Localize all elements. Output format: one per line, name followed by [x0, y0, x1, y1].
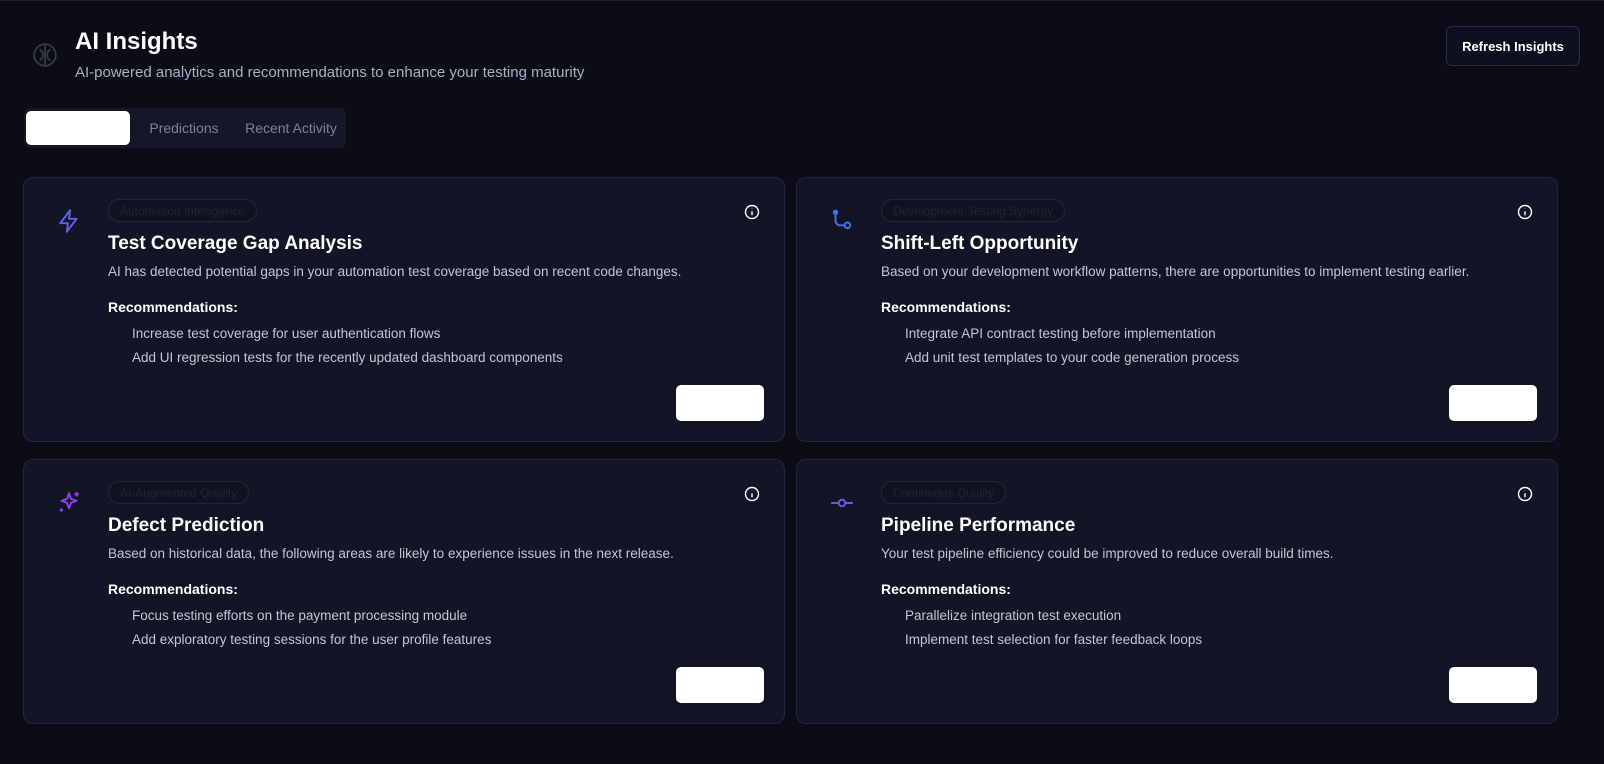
recommendations-heading: Recommendations: — [881, 581, 1011, 597]
insight-card-shift-left: Development-Testing Synergy Shift-Left O… — [796, 177, 1558, 442]
recommendations-list: Integrate API contract testing before im… — [905, 326, 1239, 374]
recommendation-item: Parallelize integration test execution — [905, 608, 1122, 623]
card-title: Test Coverage Gap Analysis — [108, 233, 363, 254]
category-badge: Automation Intelligence — [108, 199, 257, 222]
card-description: Based on historical data, the following … — [108, 546, 674, 561]
info-icon[interactable] — [1517, 486, 1533, 502]
info-icon[interactable] — [744, 486, 760, 502]
top-divider — [0, 0, 1604, 1]
refresh-insights-button[interactable]: Refresh Insights — [1446, 26, 1580, 66]
tab-insights[interactable] — [26, 111, 130, 145]
insight-card-coverage: Automation Intelligence Test Coverage Ga… — [23, 177, 785, 442]
tab-list: Predictions Recent Activity — [24, 108, 346, 148]
card-title: Pipeline Performance — [881, 515, 1076, 536]
card-action-button[interactable] — [1449, 385, 1537, 421]
recommendation-item: Integrate API contract testing before im… — [905, 326, 1216, 341]
info-icon[interactable] — [1517, 204, 1533, 220]
recommendations-list: Focus testing efforts on the payment pro… — [132, 608, 491, 656]
recommendations-heading: Recommendations: — [108, 581, 238, 597]
git-commit-icon — [831, 498, 853, 508]
insight-card-defect-prediction: AI-Augmented Quality Defect Prediction B… — [23, 459, 785, 724]
recommendations-list: Increase test coverage for user authenti… — [132, 326, 563, 374]
category-badge: AI-Augmented Quality — [108, 481, 250, 504]
tab-recent-activity[interactable]: Recent Activity — [236, 111, 346, 145]
card-description: AI has detected potential gaps in your a… — [108, 264, 682, 279]
card-title: Defect Prediction — [108, 515, 265, 536]
card-description: Your test pipeline efficiency could be i… — [881, 546, 1334, 561]
card-action-button[interactable] — [1449, 667, 1537, 703]
info-icon[interactable] — [744, 204, 760, 220]
recommendation-item: Increase test coverage for user authenti… — [132, 326, 441, 341]
card-description: Based on your development workflow patte… — [881, 264, 1470, 279]
lightning-icon — [59, 209, 78, 233]
card-action-button[interactable] — [676, 667, 764, 703]
recommendation-item: Add unit test templates to your code gen… — [905, 350, 1239, 365]
page-title: AI Insights — [75, 28, 198, 55]
category-badge: Continuous Quality — [881, 481, 1007, 504]
recommendation-item: Add UI regression tests for the recently… — [132, 350, 563, 365]
recommendations-heading: Recommendations: — [108, 299, 238, 315]
category-badge: Development-Testing Synergy — [881, 199, 1066, 222]
page-header: AI Insights AI-powered analytics and rec… — [24, 26, 1580, 86]
recommendation-item: Focus testing efforts on the payment pro… — [132, 608, 468, 623]
git-branch-icon — [832, 209, 852, 230]
recommendations-heading: Recommendations: — [881, 299, 1011, 315]
page-subtitle: AI-powered analytics and recommendations… — [75, 64, 585, 81]
recommendation-item: Implement test selection for faster feed… — [905, 632, 1203, 647]
card-title: Shift-Left Opportunity — [881, 233, 1079, 254]
insight-card-pipeline: Continuous Quality Pipeline Performance … — [796, 459, 1558, 724]
card-action-button[interactable] — [676, 385, 764, 421]
brain-icon — [33, 43, 57, 67]
tab-predictions[interactable]: Predictions — [132, 111, 236, 145]
sparkles-icon — [59, 492, 79, 512]
recommendation-item: Add exploratory testing sessions for the… — [132, 632, 492, 647]
recommendations-list: Parallelize integration test execution I… — [905, 608, 1202, 656]
